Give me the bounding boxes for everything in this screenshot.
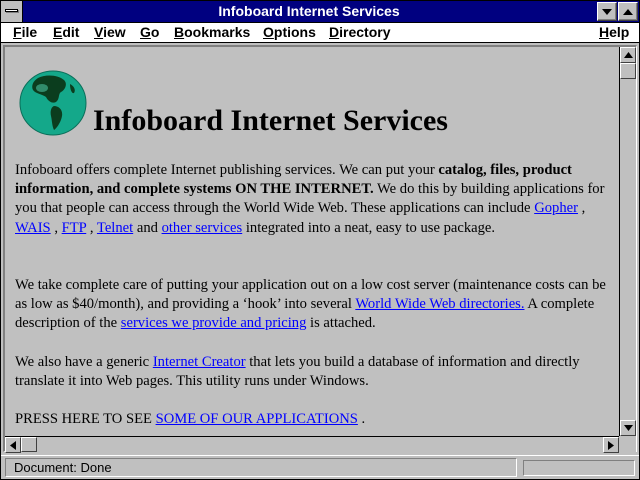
status-text: Document: Done xyxy=(5,458,517,477)
scroll-right-button[interactable] xyxy=(603,437,619,453)
link-internet-creator[interactable]: Internet Creator xyxy=(153,354,246,370)
minimize-arrow-icon xyxy=(602,9,612,15)
link-telnet[interactable]: Telnet xyxy=(97,220,133,236)
link-www-directories[interactable]: World Wide Web directories. xyxy=(355,296,524,312)
progress-indicator xyxy=(523,460,635,476)
menu-bookmarks[interactable]: Bookmarks xyxy=(174,23,250,42)
link-ftp[interactable]: FTP xyxy=(62,220,87,236)
paragraph-hosting: We take complete care of putting your ap… xyxy=(15,277,606,332)
browser-window: Infoboard Internet Services File Edit Vi… xyxy=(0,0,640,480)
maximize-button[interactable] xyxy=(618,2,638,21)
status-bar: Document: Done xyxy=(1,455,639,479)
horizontal-scrollbar[interactable] xyxy=(5,436,619,453)
window-title: Infoboard Internet Services xyxy=(218,3,400,19)
arrow-up-icon xyxy=(624,52,633,58)
link-services-pricing[interactable]: services we provide and pricing xyxy=(121,315,307,331)
link-other-services[interactable]: other services xyxy=(162,220,243,236)
horizontal-scroll-thumb[interactable] xyxy=(21,437,37,452)
link-gopher[interactable]: Gopher xyxy=(534,200,578,216)
menu-view[interactable]: View xyxy=(94,23,126,42)
scroll-down-button[interactable] xyxy=(620,420,636,436)
maximize-arrow-icon xyxy=(623,9,633,15)
title-bar[interactable]: Infoboard Internet Services xyxy=(1,1,639,23)
globe-icon xyxy=(19,70,87,136)
system-menu-icon[interactable] xyxy=(1,1,23,22)
menu-help[interactable]: Help xyxy=(599,23,629,42)
menu-file[interactable]: File xyxy=(13,23,37,42)
menu-edit[interactable]: Edit xyxy=(53,23,79,42)
scrollbar-corner xyxy=(619,436,636,452)
link-wais[interactable]: WAIS xyxy=(15,220,51,236)
paragraph-creator: We also have a generic Internet Creator … xyxy=(15,354,580,390)
minimize-button[interactable] xyxy=(597,2,617,21)
arrow-left-icon xyxy=(10,441,16,450)
vertical-scrollbar[interactable] xyxy=(619,47,636,436)
paragraph-intro: Infoboard offers complete Internet publi… xyxy=(15,162,605,236)
paragraph-applications: PRESS HERE TO SEE SOME OF OUR APPLICATIO… xyxy=(15,411,366,427)
link-applications[interactable]: SOME OF OUR APPLICATIONS xyxy=(156,411,358,427)
arrow-right-icon xyxy=(608,441,614,450)
page-heading: Infoboard Internet Services xyxy=(93,104,448,137)
scroll-up-button[interactable] xyxy=(620,47,636,63)
arrow-down-icon xyxy=(624,425,633,431)
menu-directory[interactable]: Directory xyxy=(329,23,390,42)
menu-go[interactable]: Go xyxy=(140,23,159,42)
vertical-scroll-thumb[interactable] xyxy=(620,63,636,79)
menu-options[interactable]: Options xyxy=(263,23,316,42)
menu-bar: File Edit View Go Bookmarks Options Dire… xyxy=(1,23,639,43)
scroll-left-button[interactable] xyxy=(5,437,21,453)
document-view: Infoboard Internet Services Infoboard of… xyxy=(5,47,619,436)
